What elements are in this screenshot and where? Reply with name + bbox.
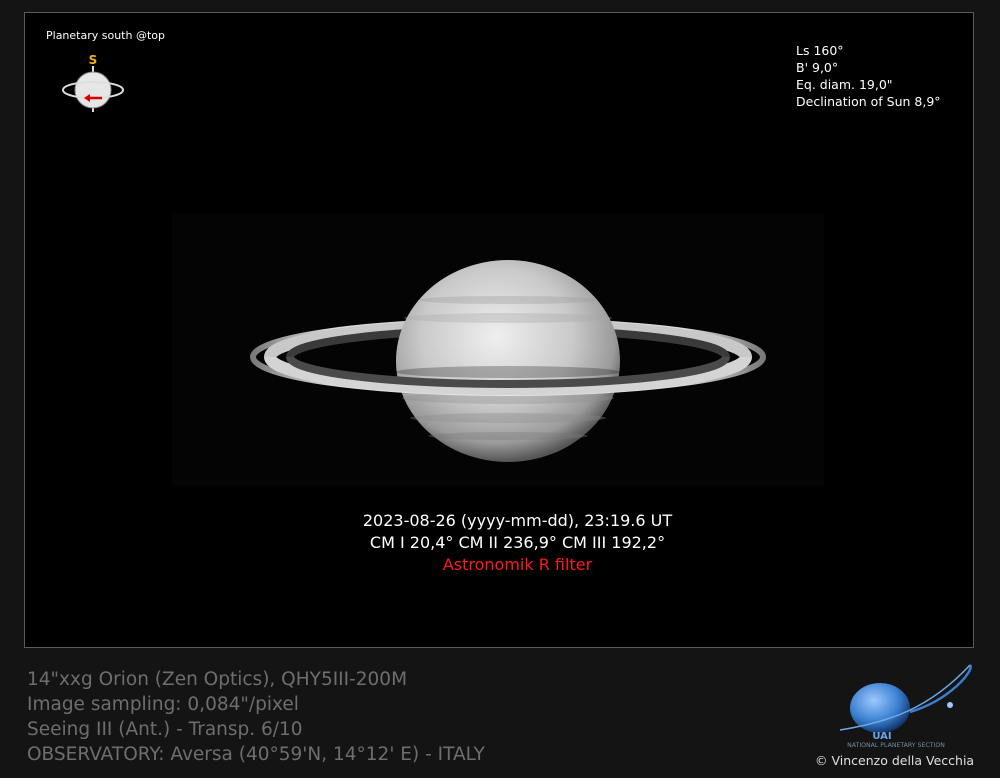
equipment-observatory: OBSERVATORY: Aversa (40°59'N, 14°12' E) … [27, 744, 485, 765]
equipment-seeing: Seeing III (Ant.) - Transp. 6/10 [27, 719, 303, 740]
central-meridians-caption: CM I 20,4° CM II 236,9° CM III 192,2° [369, 533, 666, 552]
param-sun-declination: Declination of Sun 8,9° [796, 94, 941, 109]
uai-logo: UAI NATIONAL PLANETARY SECTION [839, 664, 972, 749]
orientation-globe-icon: S [62, 53, 124, 112]
param-ls: Ls 160° [796, 43, 844, 58]
equipment-info: 14"xxg Orion (Zen Optics), QHY5III-200M … [27, 667, 485, 767]
orientation-label: Planetary south @top [46, 29, 165, 42]
observation-parameters: Ls 160° B' 9,0° Eq. diam. 19,0" Declinat… [796, 42, 941, 110]
pole-letter: S [89, 53, 98, 67]
logo-section: NATIONAL PLANETARY SECTION [847, 742, 945, 749]
logo-acronym: UAI [872, 731, 891, 742]
credit-text: © Vincenzo della Vecchia [815, 753, 975, 768]
datetime-caption: 2023-08-26 (yyyy-mm-dd), 23:19.6 UT [362, 511, 673, 530]
filter-caption: Astronomik R filter [442, 555, 593, 574]
equipment-sampling: Image sampling: 0,084"/pixel [27, 694, 299, 715]
equipment-telescope: 14"xxg Orion (Zen Optics), QHY5III-200M [27, 669, 408, 690]
saturn-globe [396, 260, 620, 462]
param-eq-diam: Eq. diam. 19,0" [796, 77, 893, 92]
ring-shadow [396, 366, 620, 378]
param-b: B' 9,0° [796, 60, 839, 75]
